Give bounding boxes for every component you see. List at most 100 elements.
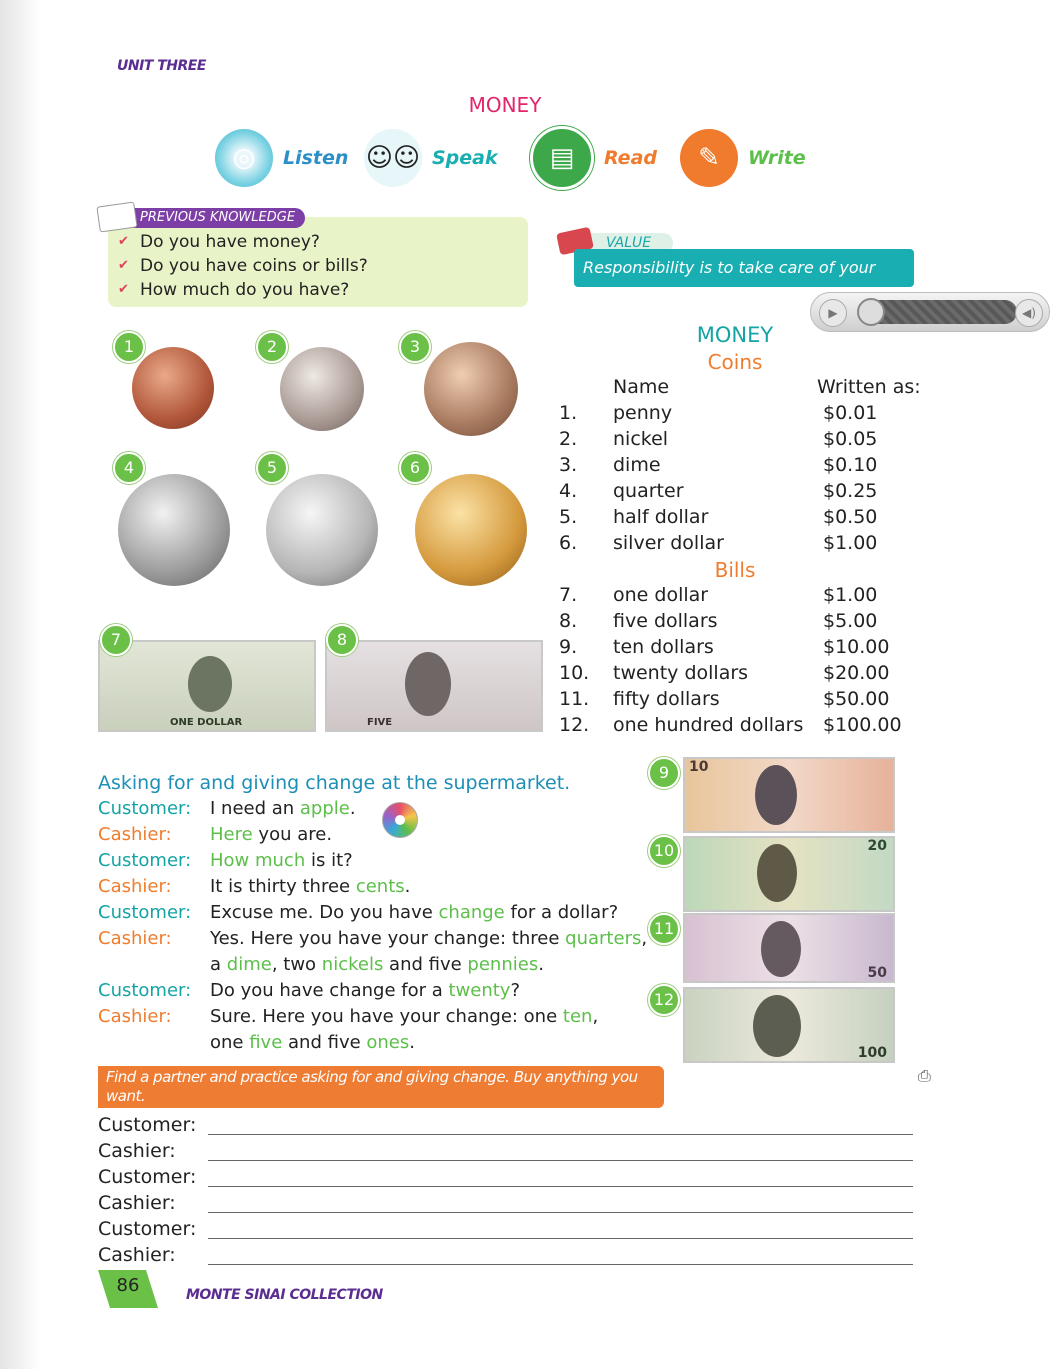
row-number: 7.: [559, 584, 578, 606]
vocabulary-word: change: [438, 902, 505, 923]
cd-icon: ◎: [215, 129, 273, 187]
one-dollar-bill-image: ONE DOLLAR: [98, 640, 316, 732]
page-number: 86: [98, 1270, 158, 1308]
image-number: 10: [648, 835, 680, 867]
dialogue-line: a dime, two nickels and five pennies.: [210, 954, 544, 975]
money-value: $50.00: [823, 688, 890, 710]
skill-label: Read: [604, 147, 657, 169]
practice-line[interactable]: [208, 1186, 913, 1187]
portrait: [761, 921, 801, 977]
list-item: ✔ Do you have money?: [118, 232, 320, 252]
money-name: penny: [613, 402, 673, 424]
practice-line[interactable]: [208, 1160, 913, 1161]
dialogue-text: Yes. Here you have your change: three: [210, 928, 566, 949]
row-number: 2.: [559, 428, 578, 450]
list-item: ✔ Do you have coins or bills?: [118, 256, 368, 276]
dialogue-line: It is thirty three cents.: [210, 876, 410, 897]
dialogue-line: Do you have change for a twenty?: [210, 980, 520, 1001]
portrait: [753, 995, 801, 1057]
vocabulary-word: dime: [226, 954, 272, 975]
nickel-image: [424, 342, 518, 436]
hundred-dollar-bill-image: 100: [683, 987, 895, 1063]
dialogue-text: and five: [383, 954, 468, 975]
image-number: 8: [326, 624, 358, 656]
bill-label: ONE DOLLAR: [170, 717, 243, 728]
money-name: quarter: [613, 480, 684, 502]
dialogue-text: I need an: [210, 798, 300, 819]
row-number: 9.: [559, 636, 578, 658]
speaker-label: Customer:: [98, 798, 192, 819]
dialogue-text: .: [404, 876, 411, 897]
collection-name: MONTE SINAI COLLECTION: [186, 1287, 383, 1303]
quarter-image: [118, 474, 230, 586]
practice-line[interactable]: [208, 1134, 913, 1135]
practice-label: Cashier:: [98, 1140, 176, 1162]
check-icon: ✔: [118, 258, 129, 273]
skill-listen: ◎ Listen: [215, 128, 348, 188]
money-value: $0.25: [823, 480, 878, 502]
vocabulary-word: ones: [366, 1032, 410, 1053]
cd-audio-icon[interactable]: [382, 802, 418, 838]
printer-icon[interactable]: ⎙: [918, 1066, 931, 1086]
practice-line[interactable]: [208, 1238, 913, 1239]
vocabulary-word: ten: [562, 1006, 593, 1027]
audio-progress-knob[interactable]: [857, 298, 885, 326]
skill-label: Listen: [283, 147, 349, 169]
image-number: 11: [648, 913, 680, 945]
dialogue-text: is it?: [305, 850, 353, 871]
dialogue-heading: Asking for and giving change at the supe…: [98, 772, 571, 794]
image-number: 9: [648, 757, 680, 789]
bill-label: FIVE: [367, 717, 393, 728]
money-value: $1.00: [823, 584, 878, 606]
practice-label: Cashier:: [98, 1244, 176, 1266]
row-number: 3.: [559, 454, 578, 476]
dialogue-text: Sure. Here you have your change: one: [210, 1006, 563, 1027]
column-header-written: Written as:: [817, 376, 921, 398]
dialogue-text: It is thirty three: [210, 876, 356, 897]
half-dollar-image: [266, 474, 378, 586]
skill-speak: ☺☺ Speak: [364, 128, 498, 188]
dialogue-text: and five: [282, 1032, 367, 1053]
row-number: 11.: [559, 688, 590, 710]
money-name: twenty dollars: [613, 662, 749, 684]
skill-read: ▤ Read: [530, 126, 657, 190]
bill-label: 50: [867, 965, 887, 981]
column-header-name: Name: [613, 376, 670, 398]
dialogue-text: .: [349, 798, 356, 819]
practice-line[interactable]: [208, 1212, 913, 1213]
dialogue-text: Do you have change for a: [210, 980, 449, 1001]
speaker-label: Cashier:: [98, 1006, 172, 1027]
money-value: $5.00: [823, 610, 878, 632]
penny-image: [132, 347, 214, 429]
money-value: $10.00: [823, 636, 890, 658]
vocabulary-word: nickels: [321, 954, 384, 975]
bill-label: 100: [857, 1045, 887, 1061]
dialogue-line: one five and five ones.: [210, 1032, 415, 1053]
practice-label: Customer:: [98, 1114, 197, 1136]
dialogue-line: How much is it?: [210, 850, 353, 871]
previous-knowledge-list: ✔ Do you have money? ✔ Do you have coins o…: [118, 230, 368, 302]
vocabulary-word: pennies: [467, 954, 539, 975]
page-title: MONEY: [468, 93, 542, 117]
money-name: fifty dollars: [613, 688, 720, 710]
money-name: one hundred dollars: [613, 714, 804, 736]
money-name: half dollar: [613, 506, 709, 528]
speaker-label: Cashier:: [98, 824, 172, 845]
dialogue-text: , two: [271, 954, 322, 975]
dialogue-text: a: [210, 954, 227, 975]
vocabulary-word: Here: [210, 824, 253, 845]
dialogue-text: for a dollar?: [504, 902, 619, 923]
practice-line[interactable]: [208, 1264, 913, 1265]
image-number: 12: [648, 984, 680, 1016]
dime-image: [280, 347, 364, 431]
practice-label: Customer:: [98, 1166, 197, 1188]
money-value: $1.00: [823, 532, 878, 554]
image-number: 5: [256, 452, 288, 484]
portrait: [757, 844, 797, 902]
volume-button[interactable]: ◀): [1015, 299, 1043, 327]
speaker-label: Customer:: [98, 902, 192, 923]
bills-heading: Bills: [714, 558, 756, 582]
five-dollar-bill-image: FIVE: [325, 640, 543, 732]
open-book-icon: [96, 201, 138, 233]
twenty-dollar-bill-image: 20: [683, 836, 895, 912]
